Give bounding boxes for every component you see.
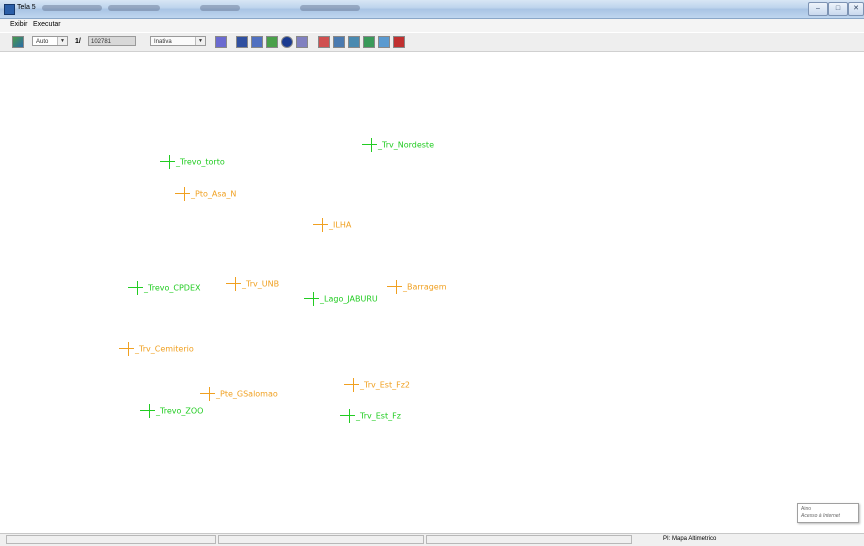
- map-point[interactable]: _Trevo_CPDEX: [128, 281, 200, 295]
- status-panel-2: [218, 535, 424, 544]
- map-point[interactable]: _Trevo_ZOO: [140, 404, 203, 418]
- map-point[interactable]: _Pte_GSalomao: [200, 387, 278, 401]
- status-bar: PI: Mapa Altimetrico: [0, 533, 864, 546]
- map-point[interactable]: _Trv_Est_Fz2: [344, 378, 410, 392]
- query-icon[interactable]: [333, 36, 345, 48]
- point-marker-icon: [128, 281, 144, 295]
- title-redacted: [300, 5, 360, 11]
- point-label: _ILHA: [329, 220, 352, 230]
- map-point[interactable]: _ILHA: [313, 218, 351, 232]
- menu-exibir[interactable]: Exibir: [10, 21, 28, 28]
- title-redacted: [108, 5, 160, 11]
- point-marker-icon: [226, 277, 242, 291]
- draw-icon[interactable]: [363, 36, 375, 48]
- window-title: Tela 5: [17, 4, 36, 11]
- toolbar: Auto ▼ 1/ 102781 Inativa ▼: [0, 33, 864, 52]
- network-notification[interactable]: Aino Acesso à Internet: [797, 503, 859, 523]
- point-label: _Trevo_CPDEX: [144, 283, 201, 293]
- state-select[interactable]: Inativa ▼: [150, 36, 206, 46]
- view-icon[interactable]: [12, 36, 24, 48]
- point-label: _Pto_Asa_N: [191, 189, 237, 199]
- point-label: _Trv_Est_Fz: [356, 411, 401, 421]
- title-bar: Tela 5 – □ ✕: [0, 0, 864, 19]
- menu-executar[interactable]: Executar: [33, 21, 61, 28]
- scale-mode-select[interactable]: Auto ▼: [32, 36, 68, 46]
- point-label: _Trv_UNB: [242, 279, 280, 289]
- status-panel-1: [6, 535, 216, 544]
- point-marker-icon: [344, 378, 360, 392]
- notification-network-name: Aino: [801, 506, 812, 512]
- map-point[interactable]: _Trv_Nordeste: [362, 138, 434, 152]
- status-panel-3: [426, 535, 632, 544]
- maximize-button[interactable]: □: [828, 2, 848, 16]
- notification-status: Acesso à Internet: [801, 513, 840, 519]
- query2-icon[interactable]: [348, 36, 360, 48]
- point-label: _Pte_GSalomao: [216, 389, 278, 399]
- point-label: _Trv_Est_Fz2: [360, 380, 410, 390]
- zoom-in-icon[interactable]: [251, 36, 263, 48]
- scale-prefix: 1/: [75, 38, 81, 45]
- point-label: _Barragem: [403, 282, 447, 292]
- map-point[interactable]: _Pto_Asa_N: [175, 187, 236, 201]
- select-icon[interactable]: [236, 36, 248, 48]
- map-point[interactable]: _Trv_Est_Fz: [340, 409, 401, 423]
- home-icon[interactable]: [393, 36, 405, 48]
- point-marker-icon: [175, 187, 191, 201]
- edit-icon[interactable]: [296, 36, 308, 48]
- status-layer: PI: Mapa Altimetrico: [663, 536, 717, 542]
- state-value: Inativa: [154, 39, 172, 45]
- minimize-button[interactable]: –: [808, 2, 828, 16]
- point-marker-icon: [362, 138, 378, 152]
- point-marker-icon: [340, 409, 356, 423]
- info-icon[interactable]: [281, 36, 293, 48]
- panel-icon[interactable]: [215, 36, 227, 48]
- map-point[interactable]: _Trv_UNB: [226, 277, 279, 291]
- scale-input[interactable]: 102781: [88, 36, 136, 46]
- point-marker-icon: [313, 218, 329, 232]
- point-marker-icon: [200, 387, 216, 401]
- point-label: _Trv_Cemiterio: [135, 344, 194, 354]
- map-point[interactable]: _Lago_JABURU: [304, 292, 378, 306]
- chevron-down-icon: ▼: [195, 37, 205, 45]
- navigate-icon[interactable]: [378, 36, 390, 48]
- point-label: _Trevo_ZOO: [156, 406, 204, 416]
- point-label: _Trevo_torto: [176, 157, 225, 167]
- point-label: _Lago_JABURU: [320, 294, 378, 304]
- point-label: _Trv_Nordeste: [378, 140, 434, 150]
- map-point[interactable]: _Trv_Cemiterio: [119, 342, 194, 356]
- point-marker-icon: [119, 342, 135, 356]
- title-redacted: [200, 5, 240, 11]
- map-canvas[interactable]: _Trv_Nordeste _Trevo_torto _Pto_Asa_N _I…: [2, 52, 862, 532]
- pan-icon[interactable]: [266, 36, 278, 48]
- chevron-down-icon: ▼: [57, 37, 67, 45]
- scale-mode-value: Auto: [36, 39, 49, 45]
- menu-bar: Exibir Executar: [0, 19, 864, 32]
- map-point[interactable]: _Barragem: [387, 280, 447, 294]
- map-point[interactable]: _Trevo_torto: [160, 155, 225, 169]
- point-marker-icon: [387, 280, 403, 294]
- title-redacted: [42, 5, 102, 11]
- point-marker-icon: [140, 404, 156, 418]
- close-button[interactable]: ✕: [848, 2, 864, 16]
- point-marker-icon: [160, 155, 176, 169]
- app-icon: [4, 4, 15, 15]
- point-marker-icon: [304, 292, 320, 306]
- line-icon[interactable]: [318, 36, 330, 48]
